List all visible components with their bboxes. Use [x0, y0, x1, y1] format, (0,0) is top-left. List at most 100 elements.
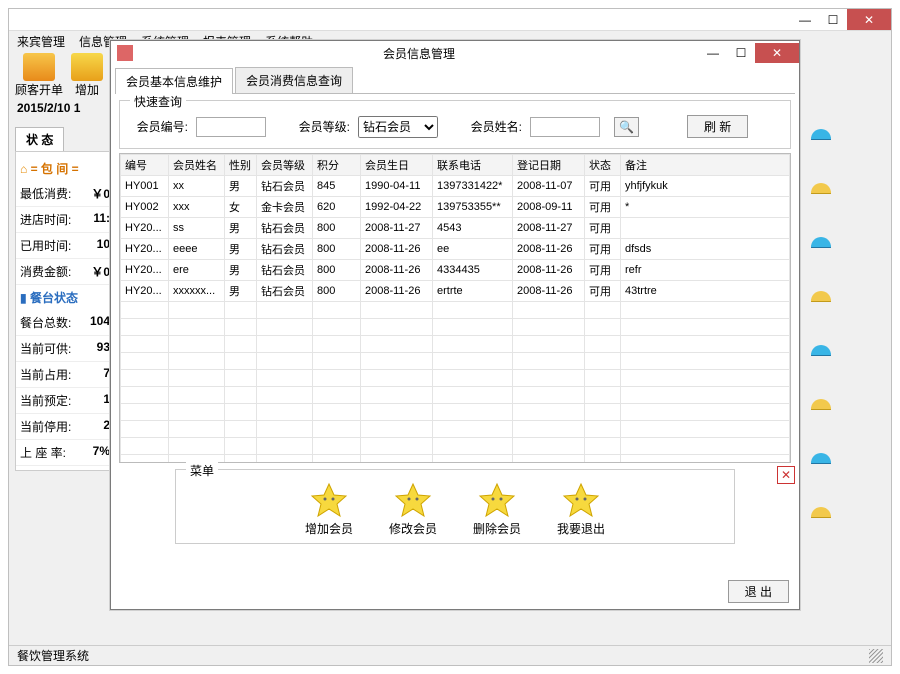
add-member-button[interactable]: 增加会员	[305, 482, 353, 537]
toolbar-open-order[interactable]: 顾客开单	[15, 53, 63, 98]
col-id[interactable]: 编号	[121, 155, 169, 176]
dialog-minimize-button[interactable]: —	[699, 43, 727, 63]
cell-note	[621, 218, 790, 239]
table-row[interactable]: HY20...ss男钻石会员8002008-11-2745432008-11-2…	[121, 218, 790, 239]
cell-status: 可用	[585, 176, 621, 197]
cell-reg: 2008-11-26	[513, 281, 585, 302]
search-icon: 🔍	[619, 120, 634, 134]
marker-icon	[811, 291, 831, 301]
maximize-button[interactable]: ☐	[819, 9, 847, 30]
status-tab[interactable]: 状 态	[15, 127, 64, 151]
marker-icon	[811, 453, 831, 463]
cell-status: 可用	[585, 218, 621, 239]
marker-icon	[811, 129, 831, 139]
cell-birth: 2008-11-26	[361, 239, 433, 260]
table-row-empty	[121, 302, 790, 319]
table-row[interactable]: HY002xxx女金卡会员6201992-04-22139753355**200…	[121, 197, 790, 218]
col-phone[interactable]: 联系电话	[433, 155, 513, 176]
cell-birth: 2008-11-26	[361, 281, 433, 302]
member-level-label: 会员等级:	[290, 118, 350, 135]
cell-reg: 2008-11-26	[513, 260, 585, 281]
exit-button[interactable]: 我要退出	[557, 482, 605, 537]
cell-status: 可用	[585, 281, 621, 302]
dialog-body: 快速查询 会员编号: 会员等级: 钻石会员 会员姓名: 🔍 刷 新 编号 会员姓…	[111, 94, 799, 592]
member-level-select[interactable]: 钻石会员	[358, 116, 438, 138]
table-row[interactable]: HY20...ere男钻石会员8002008-11-2643344352008-…	[121, 260, 790, 281]
cell-note: dfsds	[621, 239, 790, 260]
table-row[interactable]: HY20...xxxxxx...男钻石会员8002008-11-26ertrte…	[121, 281, 790, 302]
row-enter: 进店时间:11:	[16, 207, 114, 233]
cell-id: HY20...	[121, 218, 169, 239]
table-row[interactable]: HY20...eeee男钻石会员8002008-11-26ee2008-11-2…	[121, 239, 790, 260]
cell-reg: 2008-11-27	[513, 218, 585, 239]
refresh-button[interactable]: 刷 新	[687, 115, 748, 138]
cell-phone: 4334435	[433, 260, 513, 281]
col-points[interactable]: 积分	[313, 155, 361, 176]
cell-phone: ertrte	[433, 281, 513, 302]
cell-level: 金卡会员	[257, 197, 313, 218]
member-id-input[interactable]	[196, 117, 266, 137]
tab-maintain[interactable]: 会员基本信息维护	[115, 68, 233, 94]
cell-sex: 男	[225, 218, 257, 239]
col-note[interactable]: 备注	[621, 155, 790, 176]
order-icon	[23, 53, 55, 81]
dialog-close-button[interactable]: ✕	[755, 43, 799, 63]
cell-note: *	[621, 197, 790, 218]
table-row-empty	[121, 404, 790, 421]
cell-phone: 4543	[433, 218, 513, 239]
minimize-button[interactable]: —	[791, 9, 819, 30]
add-member-label: 增加会员	[305, 520, 353, 537]
cell-phone: 1397331422*	[433, 176, 513, 197]
grid-header: 编号 会员姓名 性别 会员等级 积分 会员生日 联系电话 登记日期 状态 备注	[121, 155, 790, 176]
cell-name: xxxxxx...	[169, 281, 225, 302]
member-grid[interactable]: 编号 会员姓名 性别 会员等级 积分 会员生日 联系电话 登记日期 状态 备注 …	[119, 153, 791, 463]
row-min: 最低消费:￥0	[16, 181, 114, 207]
cell-id: HY20...	[121, 281, 169, 302]
footer-exit-button[interactable]: 退 出	[728, 580, 789, 603]
cell-sex: 男	[225, 260, 257, 281]
search-button[interactable]: 🔍	[614, 117, 639, 137]
edit-member-label: 修改会员	[389, 520, 437, 537]
add-icon	[71, 53, 103, 81]
edit-member-button[interactable]: 修改会员	[389, 482, 437, 537]
col-name[interactable]: 会员姓名	[169, 155, 225, 176]
tab-query[interactable]: 会员消费信息查询	[235, 67, 353, 93]
cell-note: 43trtre	[621, 281, 790, 302]
table-row[interactable]: HY001xx男钻石会员8451990-04-111397331422*2008…	[121, 176, 790, 197]
col-status[interactable]: 状态	[585, 155, 621, 176]
table-row-empty	[121, 370, 790, 387]
cell-id: HY002	[121, 197, 169, 218]
cell-reg: 2008-11-26	[513, 239, 585, 260]
action-menu: 菜单 增加会员 修改会员 删除会员 我要退出	[175, 469, 735, 544]
row-rsv: 当前预定:1	[16, 388, 114, 414]
table-row-empty	[121, 438, 790, 455]
cell-level: 钻石会员	[257, 281, 313, 302]
resize-grip-icon[interactable]	[869, 649, 883, 663]
member-name-input[interactable]	[530, 117, 600, 137]
cell-points: 800	[313, 260, 361, 281]
close-button[interactable]: ✕	[847, 9, 891, 30]
cell-level: 钻石会员	[257, 239, 313, 260]
cell-points: 800	[313, 239, 361, 260]
delete-member-button[interactable]: 删除会员	[473, 482, 521, 537]
cell-phone: 139753355**	[433, 197, 513, 218]
col-reg[interactable]: 登记日期	[513, 155, 585, 176]
marker-icon	[811, 345, 831, 355]
menu-guest[interactable]: 来宾管理	[17, 33, 65, 49]
dialog-maximize-button[interactable]: ☐	[727, 43, 755, 63]
col-birth[interactable]: 会员生日	[361, 155, 433, 176]
cell-name: xx	[169, 176, 225, 197]
col-level[interactable]: 会员等级	[257, 155, 313, 176]
table-row-empty	[121, 421, 790, 438]
col-sex[interactable]: 性别	[225, 155, 257, 176]
cell-id: HY20...	[121, 260, 169, 281]
cell-points: 800	[313, 218, 361, 239]
toolbar-add[interactable]: 增加	[71, 53, 103, 98]
toolbar-label-add: 增加	[75, 81, 99, 98]
cell-sex: 男	[225, 239, 257, 260]
row-busy: 当前占用:7	[16, 362, 114, 388]
dialog-tabs: 会员基本信息维护 会员消费信息查询	[115, 67, 795, 94]
main-titlebar: — ☐ ✕	[9, 9, 891, 31]
close-small-button[interactable]: ✕	[777, 466, 795, 484]
table-row-empty	[121, 353, 790, 370]
